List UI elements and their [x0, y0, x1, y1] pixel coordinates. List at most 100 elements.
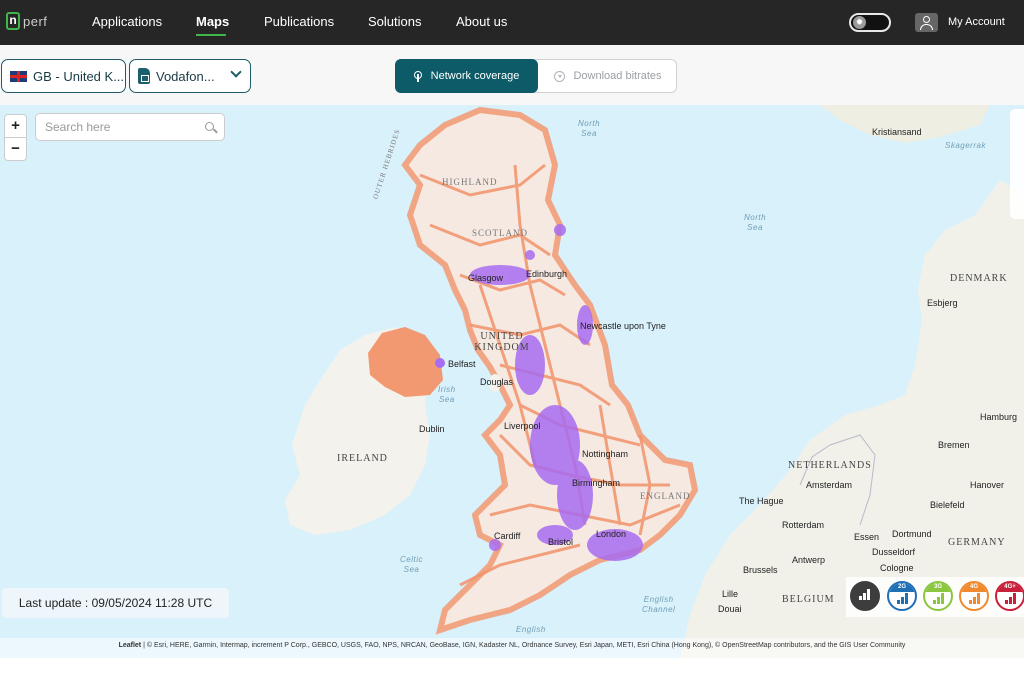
- logo-text: perf: [23, 13, 48, 29]
- label-dublin: Dublin: [419, 424, 445, 434]
- search-placeholder: Search here: [45, 120, 111, 134]
- label-hanover: Hanover: [970, 480, 1005, 490]
- label-kristiansand: Kristiansand: [872, 127, 922, 137]
- label-edinburgh: Edinburgh: [526, 269, 568, 279]
- user-icon[interactable]: [915, 13, 938, 32]
- legend-no-coverage-button[interactable]: [850, 581, 880, 611]
- legend-3g-button[interactable]: 3G: [923, 581, 953, 611]
- nav-solutions[interactable]: Solutions: [368, 14, 421, 29]
- label-scotland: SCOTLAND: [472, 228, 529, 238]
- label-english-channel: English Channel: [642, 595, 676, 614]
- download-bitrates-tab[interactable]: Download bitrates: [538, 60, 678, 92]
- antenna-icon: [413, 71, 422, 82]
- label-dortmund: Dortmund: [892, 529, 932, 539]
- logo-mark: n: [6, 12, 20, 30]
- map-attribution: Leaflet | © Esri, HERE, Garmin, Intermap…: [0, 638, 1024, 658]
- country-select-value: GB - United K...: [33, 68, 125, 84]
- my-account-link[interactable]: My Account: [948, 16, 1005, 28]
- label-douai: Douai: [718, 604, 742, 614]
- map-search-input[interactable]: Search here: [35, 113, 225, 141]
- label-irish-sea: Irish Sea: [438, 385, 456, 404]
- sun-icon: ✹: [853, 16, 866, 29]
- view-mode-toggle: Network coverage Download bitrates: [395, 59, 677, 93]
- label-belfast: Belfast: [448, 359, 476, 369]
- map-toolbar: GB - United K... Vodafon... Network cove…: [0, 45, 1024, 105]
- label-newcastle: Newcastle upon Tyne: [580, 321, 666, 331]
- nav-about-us[interactable]: About us: [456, 14, 507, 29]
- label-north-sea: North Sea: [578, 119, 601, 138]
- label-brussels: Brussels: [743, 565, 778, 575]
- signal-4g-icon: [969, 593, 980, 604]
- label-nottingham: Nottingham: [582, 449, 629, 459]
- label-birmingham: Birmingham: [572, 478, 621, 488]
- label-cardiff: Cardiff: [494, 531, 521, 541]
- sim-card-icon: [138, 68, 150, 84]
- nperf-logo[interactable]: n perf: [6, 12, 47, 30]
- label-cologne: Cologne: [880, 563, 914, 573]
- signal-3g-icon: [933, 593, 944, 604]
- label-bremen: Bremen: [938, 440, 970, 450]
- legend-4g-button[interactable]: 4G: [959, 581, 989, 611]
- label-liverpool: Liverpool: [504, 421, 541, 431]
- minimap-panel[interactable]: [1010, 109, 1024, 219]
- operator-select-value: Vodafon...: [156, 68, 215, 84]
- signal-2g-icon: [897, 593, 908, 604]
- label-england: ENGLAND: [640, 491, 691, 501]
- label-ireland: IRELAND: [337, 453, 388, 464]
- zoom-control: + −: [4, 114, 27, 161]
- legend-2g-button[interactable]: 2G: [887, 581, 917, 611]
- uk-flag-icon: [10, 70, 27, 82]
- label-london: London: [596, 529, 627, 539]
- label-celtic-sea: Celtic Sea: [400, 555, 424, 574]
- label-belgium: BELGIUM: [782, 594, 835, 605]
- label-bristol: Bristol: [548, 537, 574, 547]
- leaflet-link[interactable]: Leaflet: [119, 642, 142, 649]
- signal-4g-plus-icon: [1005, 593, 1016, 604]
- attribution-text: | © Esri, HERE, Garmin, Intermap, increm…: [141, 642, 906, 649]
- label-denmark: DENMARK: [950, 273, 1008, 284]
- label-the-hague: The Hague: [739, 496, 784, 506]
- legend-3g-label: 3G: [925, 583, 951, 592]
- legend-4g-label: 4G: [961, 583, 987, 592]
- technology-legend: 2G 3G 4G 4G+: [846, 577, 1024, 617]
- label-english: English: [516, 625, 546, 634]
- coverage-map[interactable]: North Sea North Sea Kristiansand Skagerrak…: [0, 105, 1024, 658]
- label-antwerp: Antwerp: [792, 555, 826, 565]
- label-esbjerg: Esbjerg: [927, 298, 958, 308]
- label-north-sea-2: North Sea: [744, 213, 767, 232]
- label-netherlands: NETHERLANDS: [788, 460, 872, 471]
- nav-applications[interactable]: Applications: [92, 14, 162, 29]
- legend-4g-plus-label: 4G+: [997, 583, 1023, 592]
- zoom-in-button[interactable]: +: [5, 115, 26, 138]
- chevron-down-icon: [230, 66, 242, 78]
- top-navigation: n perf Applications Maps Publications So…: [0, 0, 1024, 45]
- page-footer: [0, 658, 1024, 683]
- label-lille: Lille: [722, 589, 739, 599]
- label-rotterdam: Rotterdam: [782, 520, 825, 530]
- download-icon: [554, 70, 566, 82]
- label-douglas: Douglas: [480, 377, 514, 387]
- operator-select[interactable]: Vodafon...: [129, 59, 251, 93]
- signal-off-icon: [859, 589, 870, 600]
- country-select[interactable]: GB - United K...: [1, 59, 126, 93]
- last-update-label: Last update : 09/05/2024 11:28 UTC: [2, 588, 229, 618]
- nav-maps[interactable]: Maps: [196, 14, 229, 29]
- network-coverage-tab[interactable]: Network coverage: [395, 59, 538, 93]
- label-germany: GERMANY: [948, 537, 1006, 548]
- legend-4g-plus-button[interactable]: 4G+: [995, 581, 1024, 611]
- label-essen: Essen: [854, 532, 880, 542]
- zoom-out-button[interactable]: −: [5, 138, 26, 161]
- label-bielefeld: Bielefeld: [930, 500, 965, 510]
- search-icon[interactable]: [205, 122, 214, 131]
- active-nav-indicator: [196, 34, 226, 36]
- land-norway: [820, 105, 990, 143]
- label-amsterdam: Amsterdam: [806, 480, 853, 490]
- legend-2g-label: 2G: [889, 583, 915, 592]
- label-skagerrak: Skagerrak: [945, 141, 986, 150]
- download-bitrates-label: Download bitrates: [573, 70, 662, 82]
- nav-publications[interactable]: Publications: [264, 14, 334, 29]
- label-dusseldorf: Dusseldorf: [872, 547, 916, 557]
- label-glasgow: Glasgow: [468, 273, 504, 283]
- label-united-kingdom: UNITED KINGDOM: [474, 331, 530, 353]
- theme-toggle[interactable]: ✹: [849, 13, 891, 32]
